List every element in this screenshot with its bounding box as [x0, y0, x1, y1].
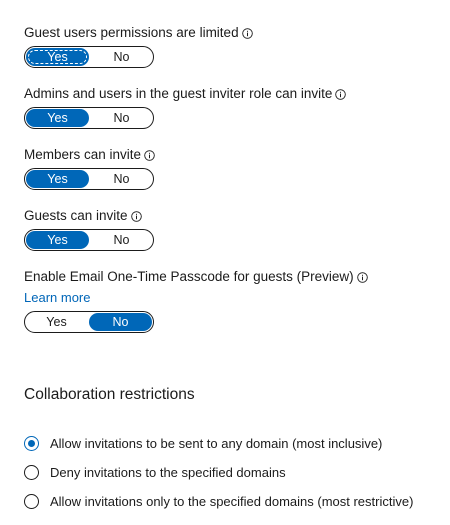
setting-label: Guest users permissions are limited: [24, 25, 239, 40]
setting-label-row: Guest users permissions are limited: [24, 25, 253, 41]
setting-label-row: Members can invite: [24, 147, 155, 163]
radio-allow-any-domain[interactable]: Allow invitations to be sent to any doma…: [24, 436, 382, 451]
setting-guest-permissions-limited: Guest users permissions are limited Yes …: [24, 25, 253, 68]
toggle-yes-option[interactable]: Yes: [25, 312, 88, 332]
learn-more-link[interactable]: Learn more: [24, 290, 368, 306]
radio-label: Allow invitations to be sent to any doma…: [50, 436, 383, 451]
toggle-yes-option[interactable]: Yes: [26, 109, 89, 127]
radio-button[interactable]: [24, 465, 39, 480]
yes-no-toggle[interactable]: Yes No: [24, 229, 154, 251]
toggle-yes-option[interactable]: Yes: [26, 231, 89, 249]
toggle-no-option[interactable]: No: [90, 108, 153, 128]
radio-deny-specified-domains[interactable]: Deny invitations to the specified domain…: [24, 465, 286, 480]
collaboration-restrictions-heading: Collaboration restrictions: [24, 386, 195, 403]
yes-no-toggle[interactable]: Yes No: [24, 168, 154, 190]
setting-label: Admins and users in the guest inviter ro…: [24, 86, 333, 101]
setting-guests-can-invite: Guests can invite Yes No: [24, 208, 154, 251]
yes-no-toggle[interactable]: Yes No: [24, 311, 154, 333]
info-icon[interactable]: [130, 210, 142, 222]
radio-button-checked[interactable]: [24, 436, 39, 451]
toggle-yes-option[interactable]: Yes: [26, 170, 89, 188]
setting-label-row: Admins and users in the guest inviter ro…: [24, 86, 347, 102]
toggle-yes-option[interactable]: Yes: [26, 48, 89, 66]
setting-label: Members can invite: [24, 147, 142, 162]
radio-button[interactable]: [24, 494, 39, 509]
toggle-no-option[interactable]: No: [90, 230, 153, 250]
setting-label: Guests can invite: [24, 208, 128, 223]
toggle-no-option[interactable]: No: [90, 169, 153, 189]
setting-label-row: Enable Email One-Time Passcode for guest…: [24, 269, 368, 285]
toggle-no-option[interactable]: No: [90, 47, 153, 67]
info-icon[interactable]: [335, 88, 347, 100]
setting-email-one-time-passcode: Enable Email One-Time Passcode for guest…: [24, 269, 368, 333]
setting-members-can-invite: Members can invite Yes No: [24, 147, 155, 190]
toggle-no-option[interactable]: No: [89, 313, 152, 331]
info-icon[interactable]: [241, 27, 253, 39]
info-icon[interactable]: [144, 149, 155, 161]
radio-label: Allow invitations only to the specified …: [50, 494, 414, 509]
radio-label: Deny invitations to the specified domain…: [50, 465, 286, 480]
yes-no-toggle[interactable]: Yes No: [24, 107, 154, 129]
radio-allow-only-specified-domains[interactable]: Allow invitations only to the specified …: [24, 494, 413, 509]
yes-no-toggle[interactable]: Yes No: [24, 46, 154, 68]
info-icon[interactable]: [356, 271, 368, 283]
setting-label-row: Guests can invite: [24, 208, 154, 224]
setting-admins-guest-inviter-can-invite: Admins and users in the guest inviter ro…: [24, 86, 347, 129]
setting-label: Enable Email One-Time Passcode for guest…: [24, 269, 354, 284]
